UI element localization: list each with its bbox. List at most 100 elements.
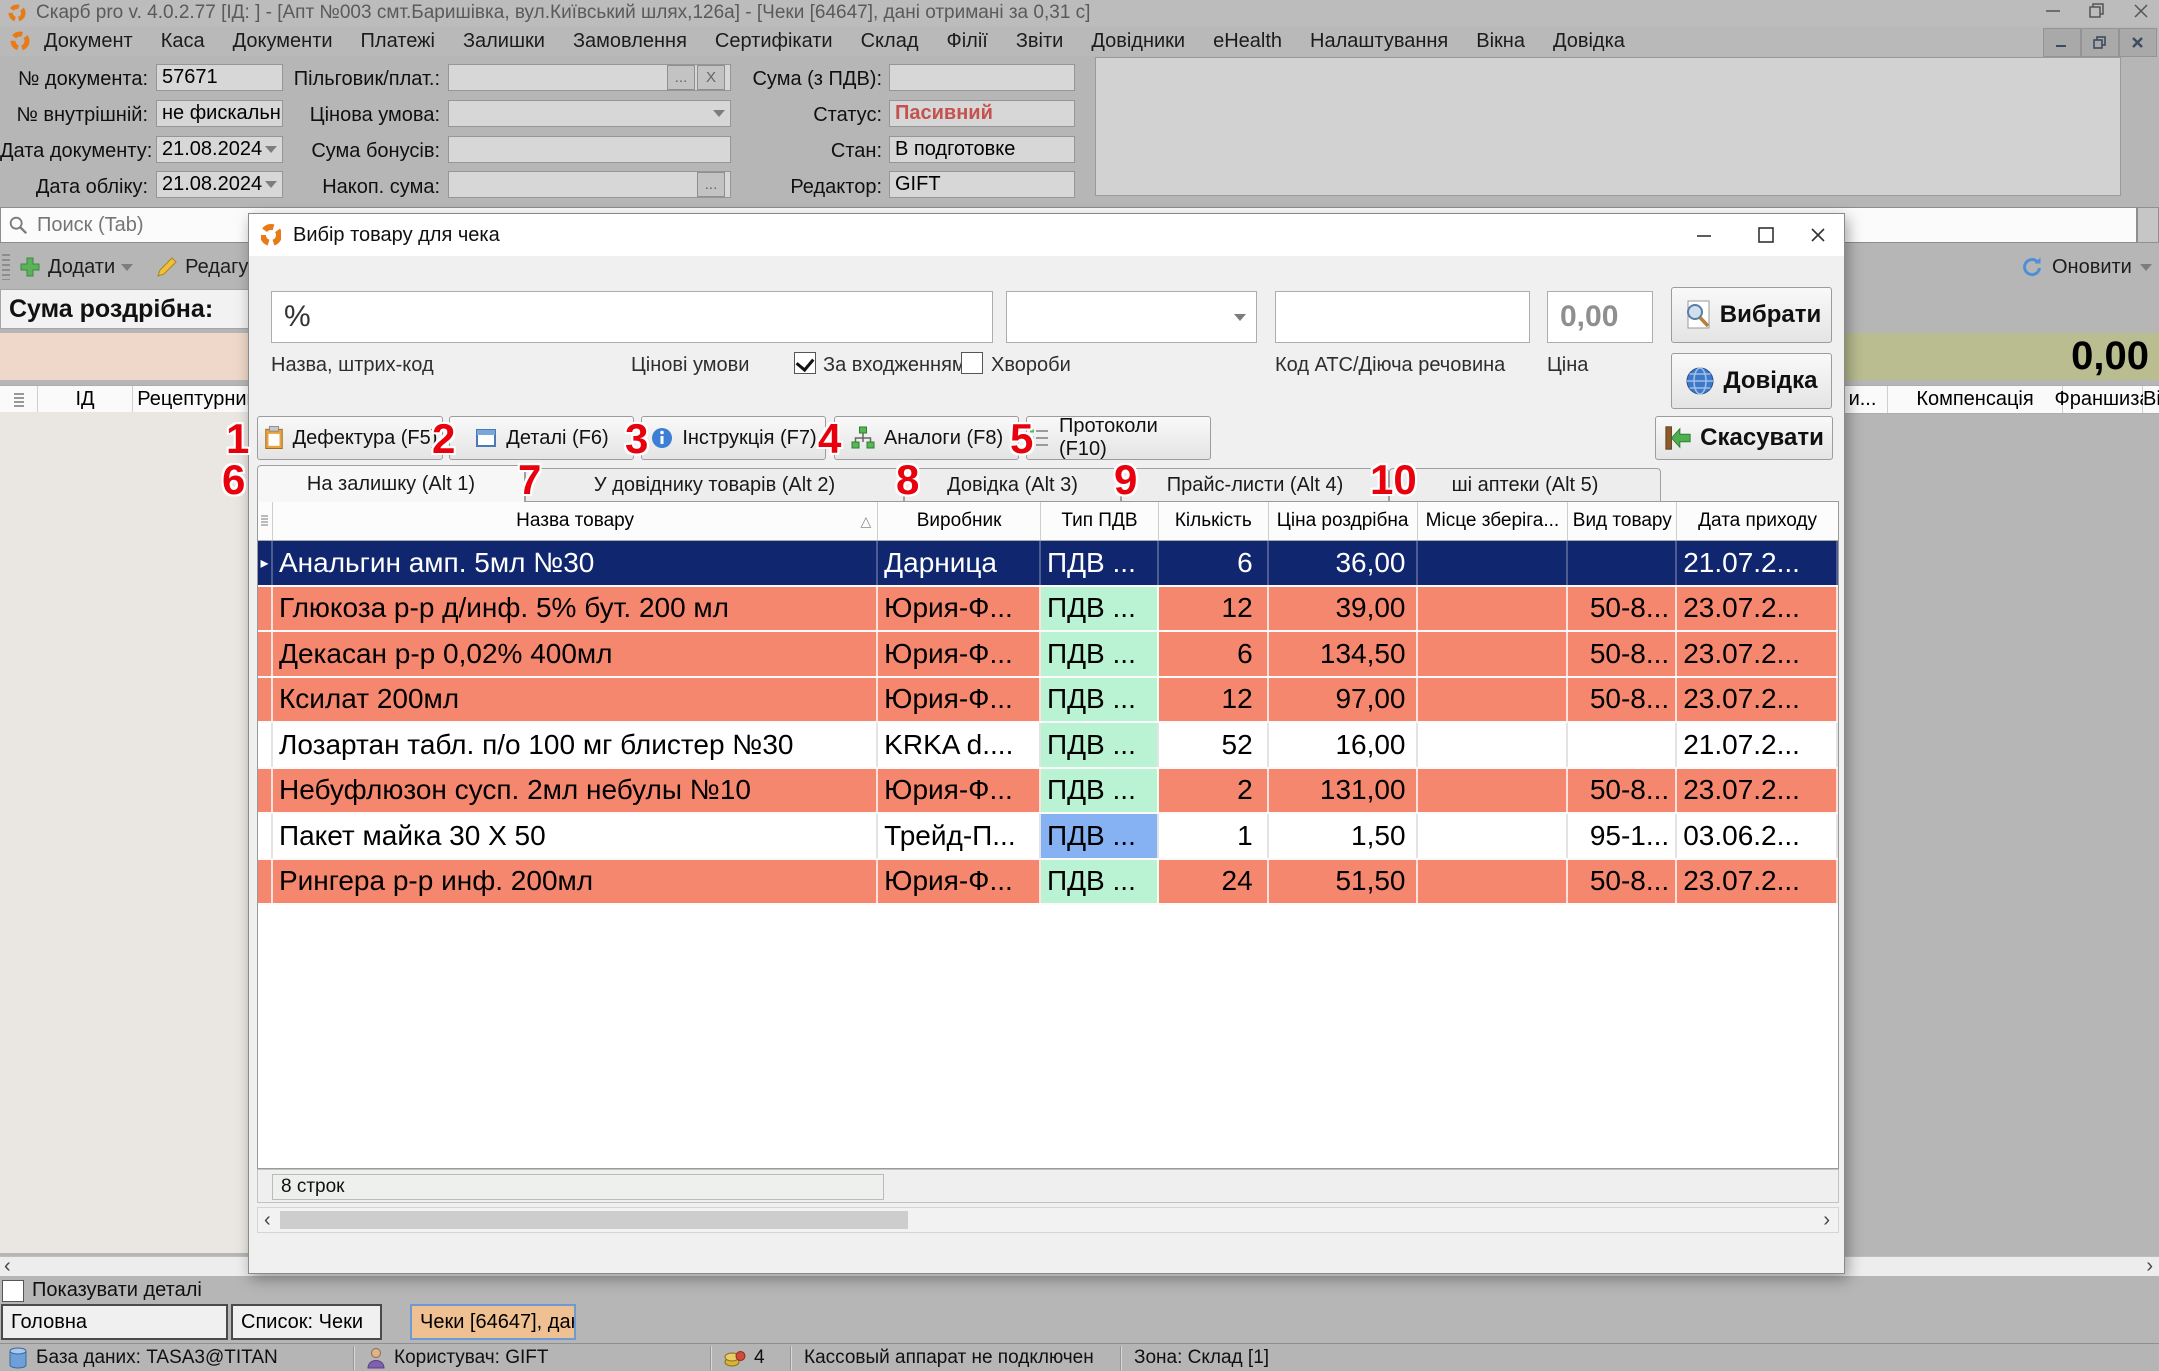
doc-date-field[interactable]: 21.08.2024 — [156, 136, 283, 163]
sum-vat-field[interactable] — [889, 64, 1075, 91]
menu-item-platezhi[interactable]: Платежі — [347, 30, 449, 53]
scroll-left-icon[interactable]: ‹ — [4, 1255, 11, 1277]
mdi-close-icon[interactable] — [2119, 28, 2157, 57]
beneficiary-clear-button[interactable]: X — [697, 65, 725, 90]
tab-spysok-cheky[interactable]: Список: Чеки — [231, 1304, 382, 1340]
price-condition-select[interactable] — [448, 100, 731, 127]
column-header-id[interactable]: ІД — [38, 386, 133, 413]
menu-item-nalashtuvannia[interactable]: Налаштування — [1296, 30, 1462, 53]
refresh-button[interactable]: Оновити — [2020, 250, 2152, 284]
close-icon[interactable] — [2133, 3, 2149, 24]
menu-item-dovidka[interactable]: Довідка — [1539, 30, 1639, 53]
menu-item-ehealth[interactable]: eHealth — [1199, 30, 1296, 53]
doc-number-field[interactable]: 57671 — [156, 64, 283, 91]
menu-item-zamovlennia[interactable]: Замовлення — [559, 30, 701, 53]
column-header-receptury[interactable]: Рецептурний — [133, 386, 263, 413]
bonus-sum-field[interactable] — [448, 136, 731, 163]
dialog-minimize-icon[interactable] — [1681, 214, 1727, 256]
column-header-name[interactable]: Назва товару △ — [273, 502, 879, 540]
tab-u-dovidnyku-tovariv[interactable]: У довіднику товарів (Alt 2) — [525, 468, 904, 502]
menu-item-dokumenty[interactable]: Документи — [219, 30, 347, 53]
dialog-hscrollbar[interactable]: ‹ › — [257, 1207, 1839, 1233]
toolbar-grip[interactable] — [2, 254, 10, 280]
column-header-vat[interactable]: Тип ПДВ — [1041, 502, 1159, 540]
beneficiary-browse-button[interactable]: ... — [667, 65, 695, 90]
table-row[interactable]: Ксилат 200мл Юрия-Ф... ПДВ ... 12 97,00 … — [258, 677, 1838, 723]
column-header-price[interactable]: Ціна роздрібна — [1269, 502, 1418, 540]
tab-prais-lysty[interactable]: Прайс-листи (Alt 4) — [1121, 468, 1389, 502]
bonus-sum-label: Сума бонусів: — [311, 140, 440, 162]
table-row[interactable]: Лозартан табл. п/о 100 мг блистер №30 KR… — [258, 723, 1838, 769]
chevron-down-icon[interactable] — [265, 181, 277, 188]
table-row[interactable]: Пакет майка 30 X 50 Трейд-П... ПДВ ... 1… — [258, 814, 1838, 860]
column-header-storage[interactable]: Місце зберіга... — [1418, 502, 1569, 540]
price-conditions-combo[interactable] — [1006, 291, 1257, 343]
scroll-left-icon[interactable]: ‹ — [264, 1208, 271, 1232]
minimize-icon[interactable] — [2045, 3, 2061, 24]
menu-item-kasa[interactable]: Каса — [147, 30, 219, 53]
accum-sum-field[interactable]: ... — [448, 171, 731, 198]
clipboard-icon — [263, 425, 285, 451]
cell-kind: 50-8... — [1568, 632, 1678, 676]
product-search-input[interactable] — [272, 292, 992, 342]
instruction-button[interactable]: Інструкція (F7) — [641, 416, 826, 460]
atc-code-input[interactable] — [1276, 292, 1529, 342]
scroll-right-icon[interactable]: › — [2146, 1255, 2153, 1277]
column-header-vidpu[interactable]: Відпу — [2143, 386, 2159, 413]
table-row[interactable]: ▸ Анальгин амп. 5мл №30 Дарница ПДВ ... … — [258, 541, 1838, 587]
select-button[interactable]: Вибрати — [1671, 287, 1832, 343]
menu-item-zalyshky[interactable]: Залишки — [449, 30, 559, 53]
search-bar-end-button[interactable] — [2137, 207, 2159, 243]
tab-dovidka[interactable]: Довідка (Alt 3) — [904, 468, 1121, 502]
menu-item-dokument[interactable]: Документ — [30, 30, 147, 53]
menu-item-vikna[interactable]: Вікна — [1462, 30, 1539, 53]
mdi-minimize-icon[interactable] — [2043, 28, 2081, 57]
scroll-right-icon[interactable]: › — [1823, 1208, 1830, 1232]
menu-item-sertyfikaty[interactable]: Сертифікати — [701, 30, 847, 53]
defektura-button[interactable]: Дефектура (F5) — [257, 416, 443, 460]
chevron-down-icon[interactable] — [265, 146, 277, 153]
column-header-qty[interactable]: Кількість — [1159, 502, 1269, 540]
add-button[interactable]: Додати — [48, 256, 115, 279]
price-input[interactable] — [1548, 292, 1652, 342]
column-header-partial[interactable]: и... — [1838, 386, 1888, 413]
add-dropdown-icon[interactable] — [121, 263, 134, 271]
details-button[interactable]: Деталі (F6) — [449, 416, 634, 460]
menu-item-filii[interactable]: Філії — [933, 30, 1002, 53]
refresh-dropdown-icon[interactable] — [2139, 263, 2152, 271]
chevron-down-icon[interactable] — [713, 110, 725, 117]
menu-item-zvity[interactable]: Звіти — [1002, 30, 1077, 53]
tab-holovna[interactable]: Головна — [1, 1304, 228, 1340]
accum-sum-browse-button[interactable]: ... — [697, 172, 725, 197]
dialog-maximize-icon[interactable] — [1743, 214, 1789, 256]
account-date-field[interactable]: 21.08.2024 — [156, 171, 283, 198]
table-row[interactable]: Глюкоза р-р д/инф. 5% бут. 200 мл Юрия-Ф… — [258, 586, 1838, 632]
beneficiary-field[interactable]: ... X — [448, 64, 731, 91]
column-header-kind[interactable]: Вид товару — [1568, 502, 1678, 540]
dialog-close-icon[interactable] — [1795, 214, 1841, 256]
scrollbar-thumb[interactable] — [280, 1211, 908, 1229]
menu-item-sklad[interactable]: Склад — [847, 30, 933, 53]
column-header-kompensatsiia[interactable]: Компенсація — [1888, 386, 2063, 413]
tab-inshi-apteky[interactable]: ші аптеки (Alt 5) — [1389, 468, 1661, 502]
annotation-1: 1 — [226, 415, 250, 462]
protocols-button[interactable]: Протоколи (F10) — [1026, 415, 1211, 460]
diseases-checkbox[interactable] — [961, 352, 983, 374]
tab-na-zalyshku[interactable]: На залишку (Alt 1) — [257, 465, 525, 502]
show-details-checkbox[interactable] — [2, 1279, 24, 1302]
analogs-button[interactable]: Аналоги (F8) — [834, 416, 1019, 460]
by-occurrence-checkbox[interactable] — [794, 352, 816, 374]
restore-icon[interactable] — [2089, 2, 2105, 24]
mdi-restore-icon[interactable] — [2081, 28, 2119, 57]
table-row[interactable]: Рингера р-р инф. 200мл Юрия-Ф... ПДВ ...… — [258, 859, 1838, 905]
column-header-franshyza[interactable]: Франшиза — [2055, 386, 2151, 413]
table-row[interactable]: Декасан р-р 0,02% 400мл Юрия-Ф... ПДВ ..… — [258, 632, 1838, 678]
internal-number-field[interactable]: не фискальный — [156, 100, 283, 127]
column-header-manufacturer[interactable]: Виробник — [878, 502, 1042, 540]
tab-cheky-64647[interactable]: Чеки [64647], дані ... — [410, 1304, 576, 1340]
help-button[interactable]: Довідка — [1671, 353, 1832, 409]
menu-item-dovidnyky[interactable]: Довідники — [1077, 30, 1199, 53]
cancel-button[interactable]: Скасувати — [1655, 416, 1833, 460]
column-header-arrival[interactable]: Дата приходу — [1677, 502, 1838, 540]
table-row[interactable]: Небуфлюзон сусп. 2мл небулы №10 Юрия-Ф..… — [258, 768, 1838, 814]
